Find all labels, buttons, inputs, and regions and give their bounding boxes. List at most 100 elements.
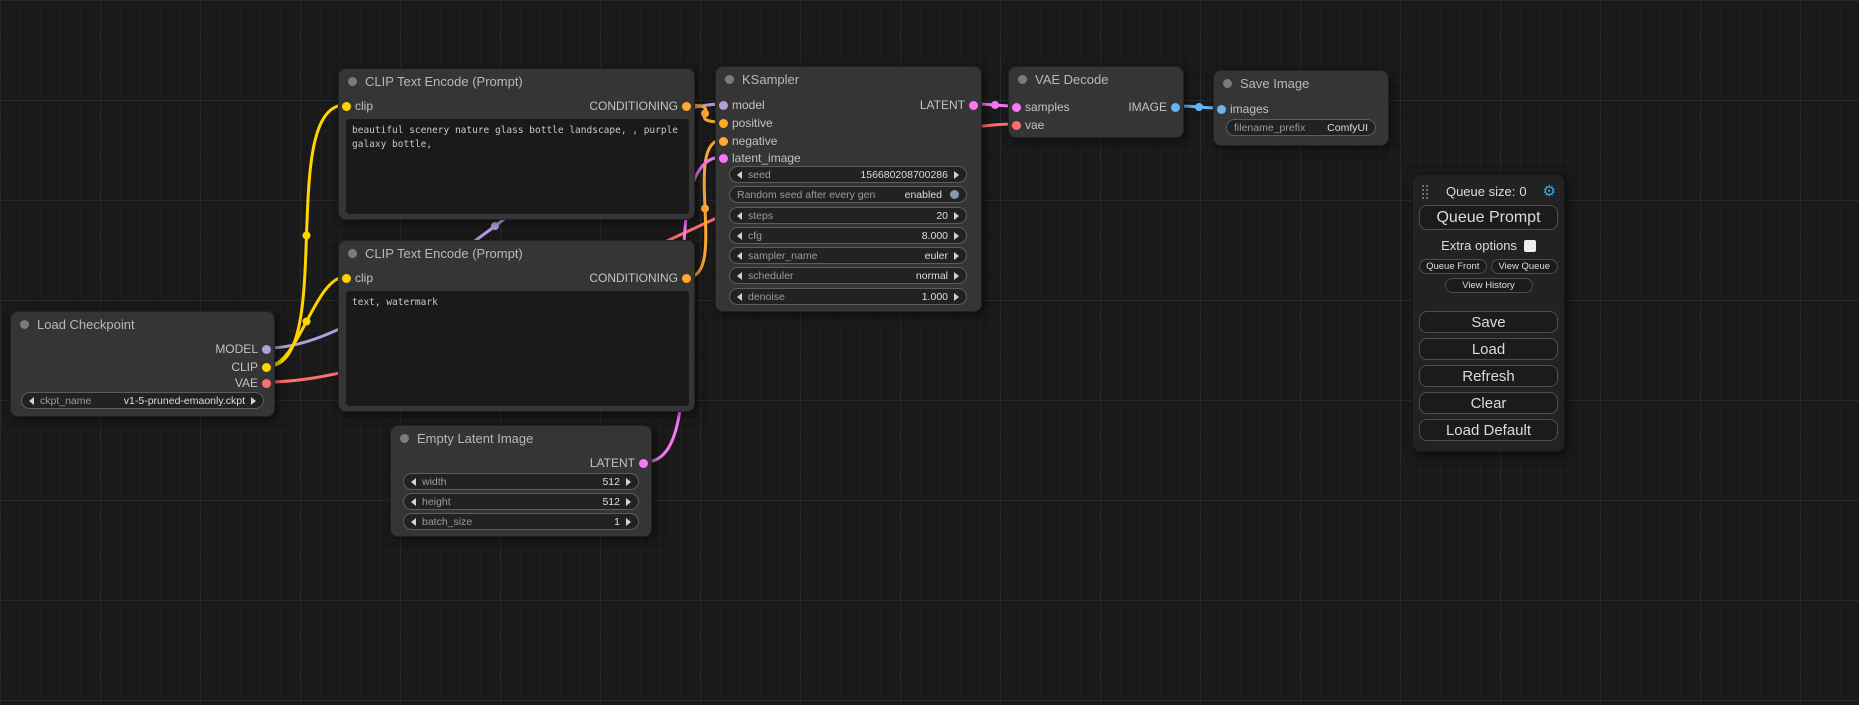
- positive-prompt-input[interactable]: beautiful scenery nature glass bottle la…: [346, 119, 689, 214]
- batch-size-widget[interactable]: batch_size 1: [403, 513, 639, 530]
- node-clip-text-encode-positive[interactable]: CLIP Text Encode (Prompt) clip CONDITION…: [338, 68, 695, 220]
- decrement-icon[interactable]: [737, 212, 742, 220]
- decrement-icon[interactable]: [411, 498, 416, 506]
- port-images-input[interactable]: [1217, 105, 1226, 114]
- slot-label: VAE: [235, 376, 258, 390]
- node-header[interactable]: Load Checkpoint: [11, 312, 274, 337]
- port-image-output[interactable]: [1171, 103, 1180, 112]
- next-option-icon[interactable]: [251, 397, 256, 405]
- node-header[interactable]: CLIP Text Encode (Prompt): [339, 69, 694, 94]
- slot-label: images: [1230, 102, 1269, 116]
- prev-option-icon[interactable]: [29, 397, 34, 405]
- slot-label: negative: [732, 134, 777, 148]
- port-conditioning-output[interactable]: [682, 274, 691, 283]
- decrement-icon[interactable]: [737, 232, 742, 240]
- port-vae-output[interactable]: [262, 379, 271, 388]
- port-latent-output[interactable]: [639, 459, 648, 468]
- widget-label: sampler_name: [748, 250, 817, 262]
- node-header[interactable]: Empty Latent Image: [391, 426, 651, 451]
- sampler-name-widget[interactable]: sampler_name euler: [729, 247, 967, 264]
- decrement-icon[interactable]: [737, 293, 742, 301]
- decrement-icon[interactable]: [411, 478, 416, 486]
- widget-label: cfg: [748, 230, 762, 242]
- steps-widget[interactable]: steps 20: [729, 207, 967, 224]
- port-clip-input[interactable]: [342, 274, 351, 283]
- node-status-dot-icon[interactable]: [348, 249, 357, 258]
- port-clip-input[interactable]: [342, 102, 351, 111]
- scheduler-widget[interactable]: scheduler normal: [729, 267, 967, 284]
- port-model-input[interactable]: [719, 101, 728, 110]
- cfg-widget[interactable]: cfg 8.000: [729, 227, 967, 244]
- increment-icon[interactable]: [626, 518, 631, 526]
- increment-icon[interactable]: [626, 498, 631, 506]
- queue-front-button[interactable]: Queue Front: [1419, 259, 1487, 274]
- extra-options-checkbox[interactable]: [1524, 240, 1536, 252]
- filename-prefix-widget[interactable]: filename_prefix ComfyUI: [1226, 119, 1376, 136]
- refresh-button[interactable]: Refresh: [1419, 365, 1558, 387]
- next-option-icon[interactable]: [954, 252, 959, 260]
- clear-button[interactable]: Clear: [1419, 392, 1558, 414]
- next-option-icon[interactable]: [954, 272, 959, 280]
- settings-gear-icon[interactable]: [1543, 184, 1556, 199]
- slot-label: samples: [1025, 100, 1070, 114]
- node-save-image[interactable]: Save Image images filename_prefix ComfyU…: [1213, 70, 1389, 146]
- slot-label: latent_image: [732, 151, 801, 165]
- load-button[interactable]: Load: [1419, 338, 1558, 360]
- increment-icon[interactable]: [954, 212, 959, 220]
- prev-option-icon[interactable]: [737, 252, 742, 260]
- random-seed-toggle[interactable]: Random seed after every gen enabled: [729, 186, 967, 203]
- node-status-dot-icon[interactable]: [725, 75, 734, 84]
- port-clip-output[interactable]: [262, 363, 271, 372]
- node-header[interactable]: KSampler: [716, 67, 981, 92]
- port-latent-image-input[interactable]: [719, 154, 728, 163]
- save-button[interactable]: Save: [1419, 311, 1558, 333]
- node-load-checkpoint[interactable]: Load Checkpoint MODEL CLIP VAE ckpt_name…: [10, 311, 275, 417]
- node-vae-decode[interactable]: VAE Decode samples vae IMAGE: [1008, 66, 1184, 138]
- port-model-output[interactable]: [262, 345, 271, 354]
- ckpt-name-widget[interactable]: ckpt_name v1-5-pruned-emaonly.ckpt: [21, 392, 264, 409]
- negative-prompt-input[interactable]: text, watermark: [346, 291, 689, 406]
- prev-option-icon[interactable]: [737, 272, 742, 280]
- node-empty-latent-image[interactable]: Empty Latent Image LATENT width 512 heig…: [390, 425, 652, 537]
- increment-icon[interactable]: [954, 171, 959, 179]
- increment-icon[interactable]: [954, 293, 959, 301]
- port-positive-input[interactable]: [719, 119, 728, 128]
- drag-handle-icon[interactable]: [1421, 184, 1430, 199]
- node-ksampler[interactable]: KSampler model positive negative latent_…: [715, 66, 982, 312]
- queue-prompt-button[interactable]: Queue Prompt: [1419, 205, 1558, 230]
- node-header[interactable]: Save Image: [1214, 71, 1388, 96]
- node-header[interactable]: VAE Decode: [1009, 67, 1183, 92]
- widget-label: steps: [748, 210, 773, 222]
- slot-label: IMAGE: [1128, 100, 1167, 114]
- seed-widget[interactable]: seed 156680208700286: [729, 166, 967, 183]
- decrement-icon[interactable]: [411, 518, 416, 526]
- width-widget[interactable]: width 512: [403, 473, 639, 490]
- port-vae-input[interactable]: [1012, 121, 1021, 130]
- increment-icon[interactable]: [954, 232, 959, 240]
- node-status-dot-icon[interactable]: [1223, 79, 1232, 88]
- node-status-dot-icon[interactable]: [348, 77, 357, 86]
- node-status-dot-icon[interactable]: [1018, 75, 1027, 84]
- view-history-button[interactable]: View History: [1445, 278, 1533, 293]
- node-status-dot-icon[interactable]: [400, 434, 409, 443]
- port-conditioning-output[interactable]: [682, 102, 691, 111]
- slot-label: LATENT: [920, 98, 965, 112]
- decrement-icon[interactable]: [737, 171, 742, 179]
- port-negative-input[interactable]: [719, 137, 728, 146]
- node-clip-text-encode-negative[interactable]: CLIP Text Encode (Prompt) clip CONDITION…: [338, 240, 695, 412]
- increment-icon[interactable]: [626, 478, 631, 486]
- widget-label: batch_size: [422, 516, 472, 528]
- node-status-dot-icon[interactable]: [20, 320, 29, 329]
- view-queue-button[interactable]: View Queue: [1491, 259, 1559, 274]
- output-slot-vae: VAE: [235, 375, 274, 391]
- port-samples-input[interactable]: [1012, 103, 1021, 112]
- node-header[interactable]: CLIP Text Encode (Prompt): [339, 241, 694, 266]
- queue-actions-row: Queue Front View Queue: [1419, 259, 1558, 274]
- graph-canvas[interactable]: Load Checkpoint MODEL CLIP VAE ckpt_name…: [0, 0, 1859, 705]
- height-widget[interactable]: height 512: [403, 493, 639, 510]
- node-title: Empty Latent Image: [417, 431, 533, 446]
- port-latent-output[interactable]: [969, 101, 978, 110]
- link-midpoint-dot: [1195, 103, 1203, 111]
- load-default-button[interactable]: Load Default: [1419, 419, 1558, 441]
- denoise-widget[interactable]: denoise 1.000: [729, 288, 967, 305]
